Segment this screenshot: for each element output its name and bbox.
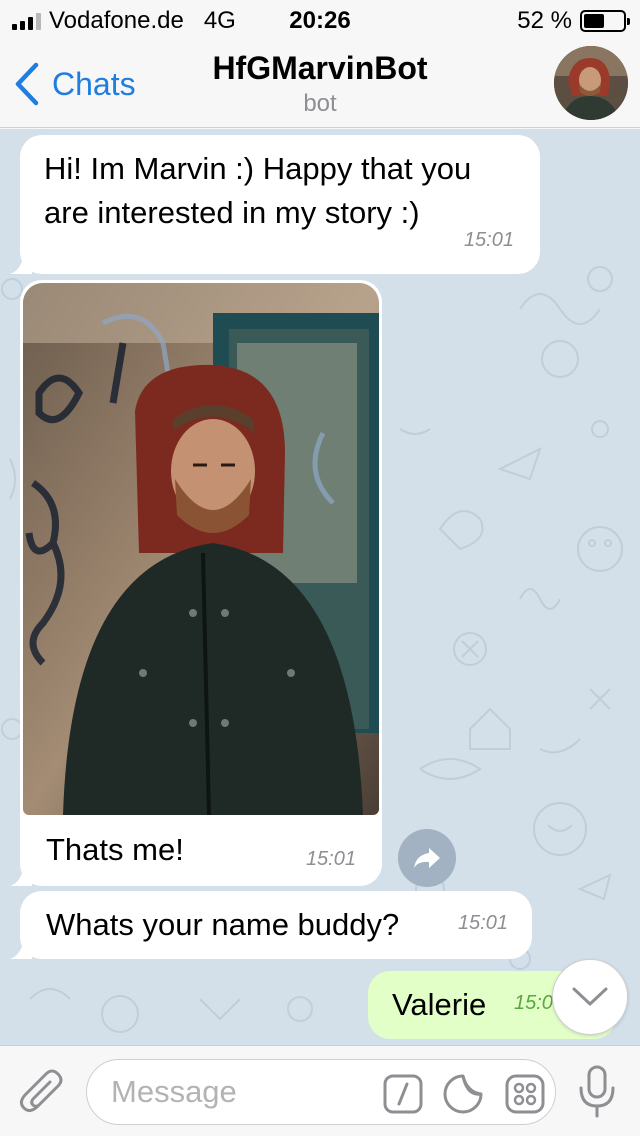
message-input[interactable]	[111, 1072, 381, 1112]
incoming-message[interactable]: Whats your name buddy? 15:01	[10, 891, 532, 959]
chat-title[interactable]: HfGMarvinBot	[0, 50, 640, 87]
incoming-photo-message[interactable]: Thats me! 15:01	[10, 280, 382, 886]
slash-command-icon[interactable]	[383, 1074, 423, 1114]
share-icon	[414, 848, 440, 868]
share-button[interactable]	[398, 829, 456, 887]
bot-avatar[interactable]	[554, 46, 628, 120]
paperclip-icon[interactable]	[18, 1066, 66, 1118]
sticker-icon[interactable]	[443, 1074, 483, 1114]
message-photo[interactable]	[23, 283, 379, 815]
scroll-down-chevron-icon	[572, 987, 608, 1006]
message-field[interactable]	[86, 1059, 556, 1125]
scroll-to-bottom-button[interactable]	[552, 959, 628, 1035]
bubble-tail	[10, 252, 32, 274]
bot-keyboard-icon[interactable]	[505, 1074, 545, 1114]
message-list[interactable]: Hi! Im Marvin :) Happy that you are inte…	[0, 129, 640, 1045]
status-bar: Vodafone.de 4G 20:26 52 %	[0, 0, 640, 40]
message-time: 15:01	[457, 912, 508, 934]
chat-header: Chats HfGMarvinBot bot	[0, 40, 640, 128]
bubble-tail	[10, 937, 32, 959]
message-text: Hi! Im Marvin :) Happy that you are inte…	[44, 151, 472, 230]
bubble-tail	[10, 864, 32, 886]
message-time: 15:01	[305, 848, 356, 870]
incoming-message[interactable]: Hi! Im Marvin :) Happy that you are inte…	[10, 135, 540, 274]
photo-caption: Thats me!	[46, 832, 184, 867]
message-text: Whats your name buddy?	[46, 907, 400, 942]
composer-bar	[0, 1045, 640, 1136]
chat-subtitle: bot	[303, 90, 337, 117]
message-time: 15:0	[514, 992, 553, 1014]
message-time: 15:01	[463, 229, 514, 251]
battery-percentage: 52 %	[517, 7, 572, 34]
battery-icon	[580, 10, 630, 32]
microphone-icon[interactable]	[576, 1064, 618, 1120]
